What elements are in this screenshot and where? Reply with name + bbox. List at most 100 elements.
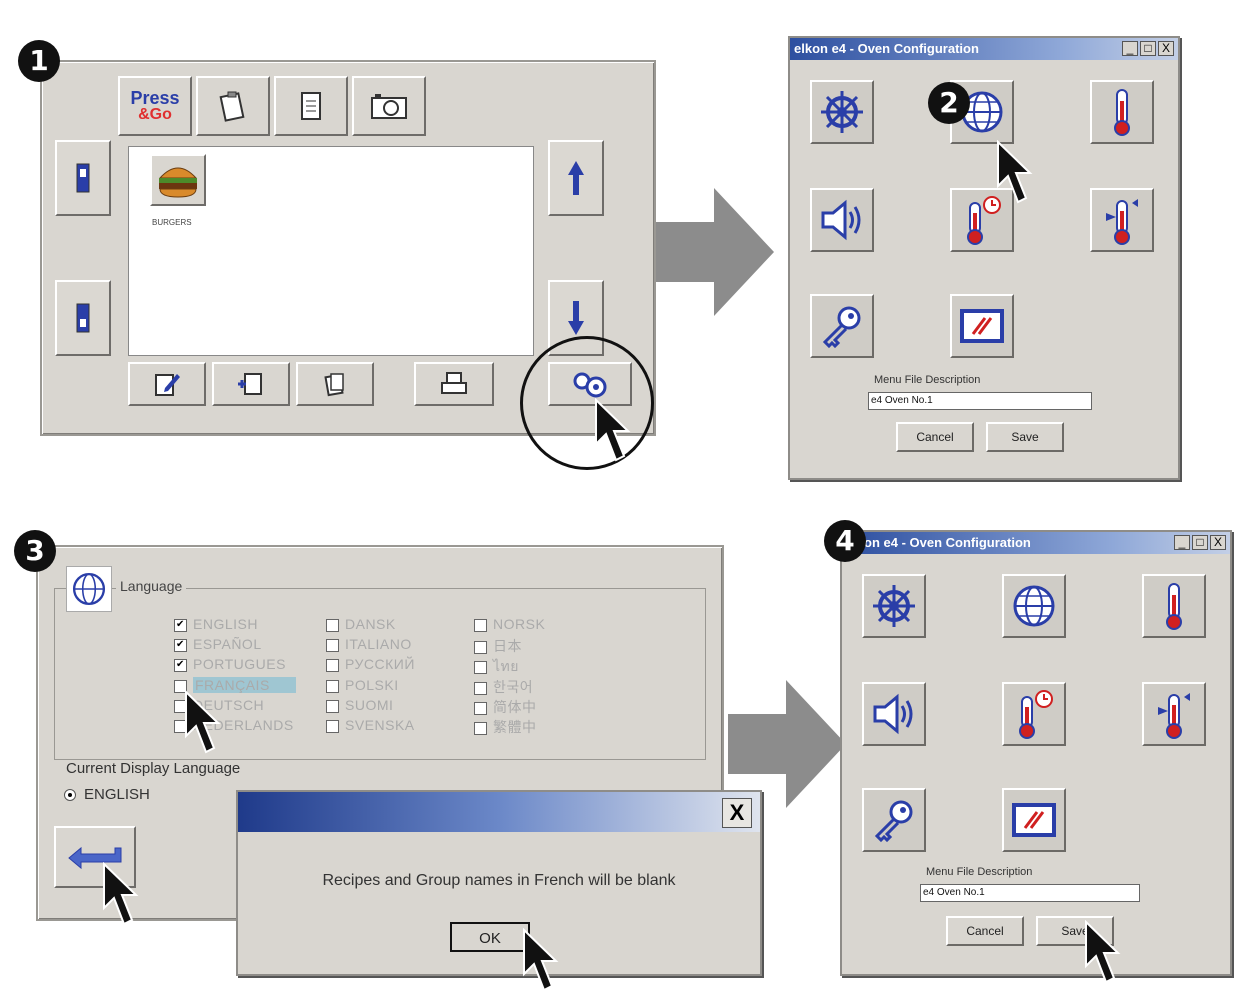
language-checkbox-chinese-simplified[interactable]: 简体中 (474, 697, 537, 717)
language-checkbox-dansk[interactable]: DANSK (326, 616, 396, 632)
close-button[interactable]: X (1210, 535, 1226, 550)
step-3-badge: 3 (14, 530, 56, 572)
arrow-down-icon (568, 301, 584, 335)
current-display-language-label: Current Display Language (66, 760, 241, 777)
security-config-button[interactable] (810, 294, 874, 358)
step-1-badge: 1 (18, 40, 60, 82)
language-group-label: Language (116, 578, 187, 594)
dialog-ok-button[interactable]: OK (450, 922, 530, 952)
display-config-button[interactable] (1002, 788, 1066, 852)
checkbox-empty-icon (326, 658, 339, 672)
flow-arrow-right-icon (728, 680, 846, 808)
checkbox-empty-icon (474, 618, 487, 632)
menu-file-input[interactable]: e4 Oven No.1 (920, 884, 1140, 902)
language-checkbox-suomi[interactable]: SUOMI (326, 697, 393, 713)
fan-temperature-button[interactable] (1142, 682, 1206, 746)
current-language-radio[interactable]: ENGLISH (64, 786, 150, 803)
language-checkbox-norsk[interactable]: NORSK (474, 616, 545, 632)
speaker-icon (821, 199, 861, 241)
edit-button[interactable] (128, 362, 206, 406)
language-checkbox-russian[interactable]: РУССКИЙ (326, 656, 415, 672)
step-2-badge: 2 (928, 82, 970, 124)
language-checkbox-thai[interactable]: ไทย (474, 656, 519, 678)
clipboard-icon (219, 91, 245, 122)
save-button[interactable]: Save (986, 422, 1064, 452)
ship-wheel-icon (821, 91, 863, 133)
close-button[interactable]: X (1158, 41, 1174, 56)
cursor-pointer-icon (103, 862, 139, 926)
checkbox-checked-icon: ✔ (174, 658, 187, 672)
checkbox-checked-icon: ✔ (174, 618, 187, 632)
scroll-up-button[interactable] (548, 140, 604, 216)
minimize-button[interactable]: _ (1174, 535, 1190, 550)
printer-icon (441, 372, 467, 394)
press-go-logo-tab[interactable]: Press &Go (118, 76, 192, 136)
oven-config-titlebar: elkon e4 - Oven Configuration (790, 38, 1178, 60)
key-icon (822, 306, 861, 349)
radio-selected-icon (64, 789, 76, 802)
checkbox-empty-icon (474, 681, 487, 695)
checkbox-empty-icon (326, 699, 339, 713)
scroll-top-button[interactable] (55, 140, 111, 216)
fan-temperature-button[interactable] (1090, 188, 1154, 252)
thermometer-fan-icon (1158, 693, 1190, 739)
burgers-group-item[interactable] (150, 154, 206, 206)
tab-camera[interactable] (352, 76, 426, 136)
checkbox-empty-icon (326, 638, 339, 652)
language-checkbox-english[interactable]: ✔ ENGLISH (174, 616, 258, 632)
language-checkbox-svenska[interactable]: SVENSKA (326, 717, 415, 733)
wheel-config-button[interactable] (862, 574, 926, 638)
language-checkbox-chinese-traditional[interactable]: 繁體中 (474, 717, 537, 737)
language-checkbox-polski[interactable]: POLSKI (326, 677, 399, 693)
language-checkbox-italiano[interactable]: ITALIANO (326, 636, 412, 652)
cursor-pointer-icon (997, 140, 1033, 204)
language-checkbox-korean[interactable]: 한국어 (474, 677, 533, 697)
minimize-button[interactable]: _ (1122, 41, 1138, 56)
checkbox-empty-icon (474, 660, 487, 674)
globe-icon (72, 572, 106, 606)
cancel-button[interactable]: Cancel (946, 916, 1024, 946)
sound-config-button[interactable] (810, 188, 874, 252)
checkbox-empty-icon (474, 640, 487, 654)
scroll-bottom-button[interactable] (55, 280, 111, 356)
cursor-pointer-icon (185, 690, 221, 754)
cursor-pointer-icon (523, 928, 559, 992)
battery-full-icon (76, 163, 90, 193)
dialog-message: Recipes and Group names in French will b… (322, 872, 676, 889)
wheel-config-button[interactable] (810, 80, 874, 144)
oven-config-title: on e4 - Oven Configuration (864, 535, 1031, 550)
maximize-button[interactable]: □ (1140, 41, 1156, 56)
oven-config-window-4: on e4 - Oven Configuration _ □ X Menu Fi… (840, 530, 1232, 976)
copy-document-icon (324, 373, 344, 397)
thermometer-clock-icon (1019, 690, 1053, 739)
cursor-pointer-icon (1085, 920, 1121, 984)
print-button[interactable] (414, 362, 494, 406)
language-checkbox-espanol[interactable]: ✔ ESPAÑOL (174, 636, 262, 652)
tab-documents[interactable] (274, 76, 348, 136)
add-document-icon (238, 373, 262, 395)
press-logo-text: Press (130, 88, 180, 108)
maximize-button[interactable]: □ (1192, 535, 1208, 550)
language-globe-box (66, 566, 112, 612)
language-config-button[interactable] (1002, 574, 1066, 638)
copy-recipe-button[interactable] (296, 362, 374, 406)
speaker-icon (873, 693, 913, 735)
sound-config-button[interactable] (862, 682, 926, 746)
add-recipe-button[interactable] (212, 362, 290, 406)
language-checkbox-portugues[interactable]: ✔ PORTUGUES (174, 656, 286, 672)
warning-dialog: X Recipes and Group names in French will… (236, 790, 762, 976)
thermometer-icon (1114, 89, 1130, 136)
thermometer-icon (1166, 583, 1182, 630)
language-checkbox-japanese[interactable]: 日本 (474, 636, 522, 656)
battery-empty-icon (76, 303, 90, 333)
menu-file-input[interactable]: e4 Oven No.1 (868, 392, 1092, 410)
security-config-button[interactable] (862, 788, 926, 852)
cancel-button[interactable]: Cancel (896, 422, 974, 452)
tab-recipes[interactable] (196, 76, 270, 136)
display-config-button[interactable] (950, 294, 1014, 358)
screen-logo-icon (960, 309, 1004, 343)
temperature-config-button[interactable] (1142, 574, 1206, 638)
timed-temperature-button[interactable] (1002, 682, 1066, 746)
checkbox-checked-icon: ✔ (174, 638, 187, 652)
temperature-config-button[interactable] (1090, 80, 1154, 144)
